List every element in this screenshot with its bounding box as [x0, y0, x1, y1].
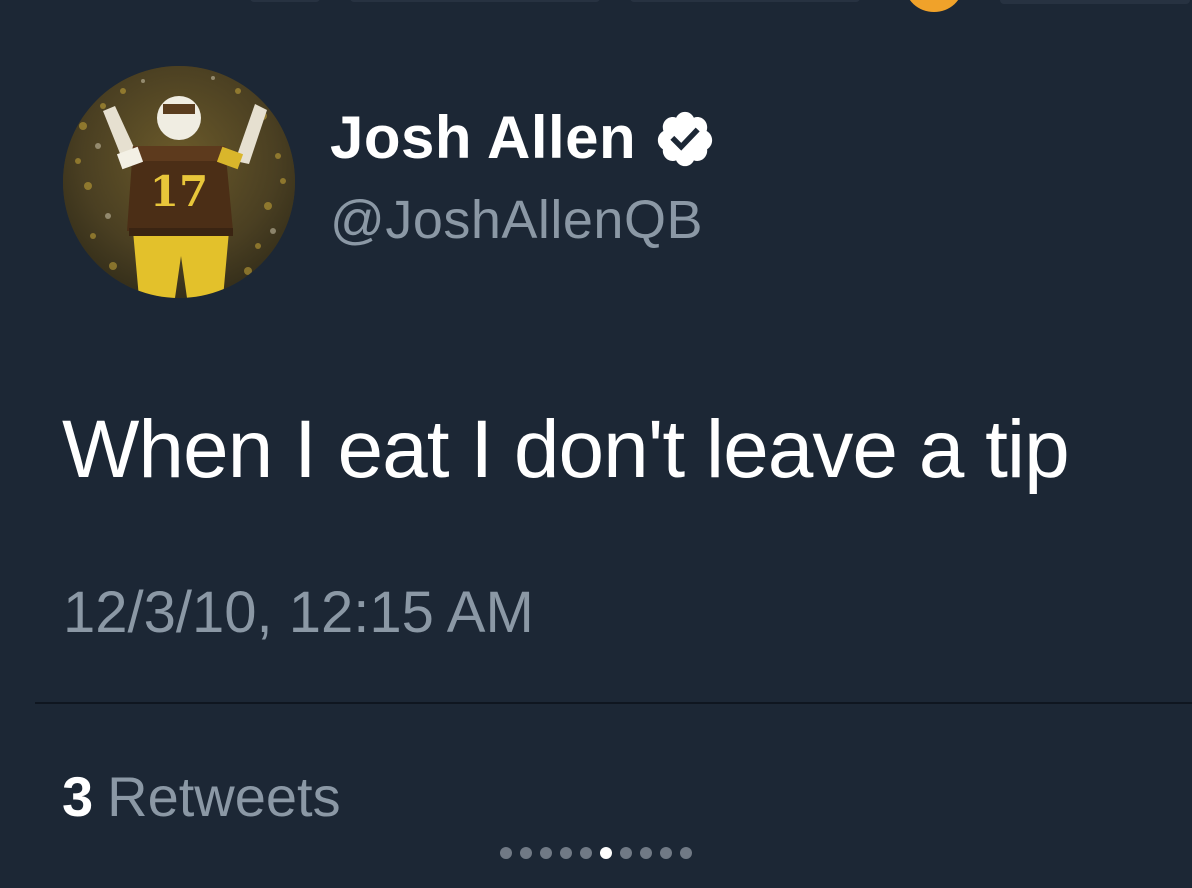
page-indicator[interactable]	[500, 847, 692, 859]
page-dot-active[interactable]	[600, 847, 612, 859]
divider	[35, 702, 1192, 704]
avatar-jersey-number: 17	[150, 167, 208, 216]
avatar-photo: 17	[63, 66, 295, 298]
page-dot[interactable]	[640, 847, 652, 859]
page-dot[interactable]	[520, 847, 532, 859]
verified-badge-icon	[658, 111, 713, 167]
page-dot[interactable]	[580, 847, 592, 859]
page-dot[interactable]	[560, 847, 572, 859]
page-dot[interactable]	[660, 847, 672, 859]
tweet-text: When I eat I don't leave a tip	[62, 404, 1070, 495]
retweets-label: Retweets	[107, 765, 341, 828]
tweet-timestamp[interactable]: 12/3/10, 12:15 AM	[63, 578, 534, 648]
top-bar-remnant	[250, 0, 890, 4]
author-name-row[interactable]: Josh Allen	[330, 103, 716, 173]
display-name[interactable]: Josh Allen	[330, 103, 636, 173]
tweet-screen: 17 Josh Allen @JoshAllenQB When I eat I …	[0, 0, 1192, 888]
retweets-stat[interactable]: 3 Retweets	[62, 762, 341, 832]
page-dot[interactable]	[500, 847, 512, 859]
page-dot[interactable]	[540, 847, 552, 859]
avatar[interactable]: 17	[63, 66, 295, 298]
top-emoji-remnant	[905, 0, 963, 12]
page-dot[interactable]	[680, 847, 692, 859]
author-handle[interactable]: @JoshAllenQB	[330, 188, 703, 252]
top-bar-remnant-right	[1000, 0, 1190, 4]
page-dot[interactable]	[620, 847, 632, 859]
retweets-count: 3	[62, 765, 94, 828]
